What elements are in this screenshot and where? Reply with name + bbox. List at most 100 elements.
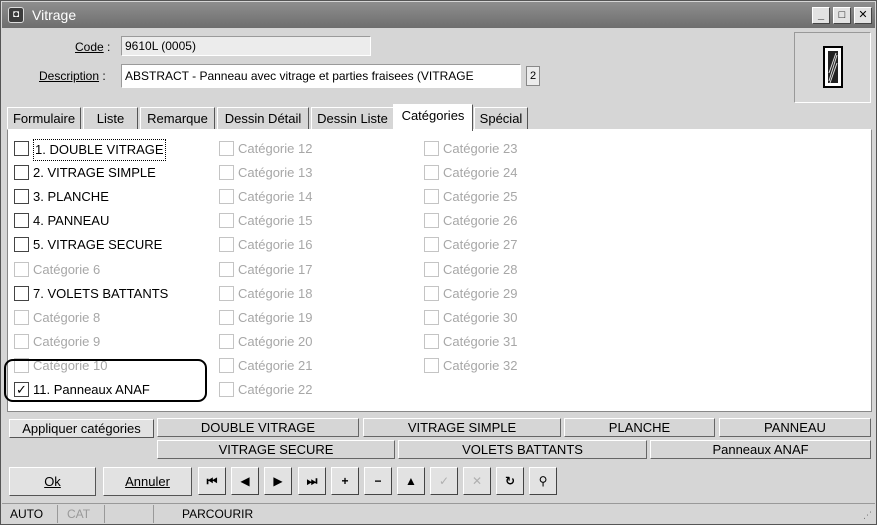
- checkbox-icon: [14, 334, 29, 349]
- checkbox-icon: [424, 189, 439, 204]
- annotation-highlight: [4, 359, 207, 402]
- tab-dessin-liste[interactable]: Dessin Liste: [311, 107, 394, 130]
- category-label: Catégorie 32: [443, 358, 518, 373]
- refresh-button[interactable]: ↻: [496, 467, 524, 495]
- checkbox-icon: [424, 334, 439, 349]
- category-label: Catégorie 24: [443, 165, 518, 180]
- apply-categories-button[interactable]: Appliquer catégories: [9, 419, 154, 438]
- category-label: Catégorie 28: [443, 262, 518, 277]
- tab-formulaire[interactable]: Formulaire: [7, 107, 81, 130]
- checkbox-icon: [424, 213, 439, 228]
- add-record-button[interactable]: +: [331, 467, 359, 495]
- category-button-double-vitrage[interactable]: DOUBLE VITRAGE: [157, 418, 359, 437]
- checkbox-icon: [424, 358, 439, 373]
- status-empty: [106, 505, 154, 523]
- category-label: 1. DOUBLE VITRAGE: [33, 139, 166, 161]
- description-extra-box[interactable]: 2: [526, 66, 540, 86]
- description-field[interactable]: ABSTRACT - Panneau avec vitrage et parti…: [121, 64, 521, 88]
- checkbox-icon: [424, 237, 439, 252]
- checkbox-icon: [424, 262, 439, 277]
- checkbox-icon[interactable]: [14, 237, 29, 252]
- category-label: Catégorie 26: [443, 213, 518, 228]
- category-label: Catégorie 25: [443, 189, 518, 204]
- category-label: Catégorie 23: [443, 141, 518, 156]
- checkbox-icon: [219, 334, 234, 349]
- last-record-button[interactable]: ⏭: [298, 467, 326, 495]
- checkbox-icon: [424, 165, 439, 180]
- checkbox-icon: [219, 213, 234, 228]
- category-button-volets-battants[interactable]: VOLETS BATTANTS: [398, 440, 647, 459]
- app-icon: ◘: [8, 7, 24, 23]
- maximize-button[interactable]: □: [833, 7, 851, 24]
- status-cat: CAT: [59, 505, 105, 523]
- search-button[interactable]: ⚲: [529, 467, 557, 495]
- checkbox-icon[interactable]: [14, 213, 29, 228]
- category-label: Catégorie 6: [33, 262, 101, 277]
- refresh-icon: ↻: [504, 474, 516, 488]
- checkbox-icon[interactable]: [14, 141, 29, 156]
- status-state: PARCOURIR: [182, 507, 254, 521]
- category-label: Catégorie 30: [443, 310, 518, 325]
- checkbox-icon: [219, 262, 234, 277]
- binoculars-icon: ⚲: [538, 474, 548, 488]
- checkbox-icon: [219, 310, 234, 325]
- category-label: Catégorie 31: [443, 334, 518, 349]
- checkbox-icon[interactable]: [14, 286, 29, 301]
- status-bar: AUTO CAT PARCOURIR ⋰: [2, 503, 875, 523]
- checkbox-icon: [424, 286, 439, 301]
- checkbox-icon[interactable]: [14, 189, 29, 204]
- checkbox-icon: [219, 141, 234, 156]
- cancel-button[interactable]: Annuler: [103, 467, 192, 496]
- tab-categories[interactable]: Catégories: [393, 104, 473, 131]
- minus-icon: −: [374, 474, 382, 488]
- first-record-button[interactable]: ⏮: [198, 467, 226, 495]
- category-button-panneaux-anaf[interactable]: Panneaux ANAF: [650, 440, 871, 459]
- tab-remarque[interactable]: Remarque: [140, 107, 215, 130]
- category-label: Catégorie 20: [238, 334, 313, 349]
- category-button-panneau[interactable]: PANNEAU: [719, 418, 871, 437]
- panel-drawing-icon: [823, 46, 843, 88]
- category-label: Catégorie 19: [238, 310, 313, 325]
- close-button[interactable]: ✕: [854, 7, 872, 24]
- ok-button[interactable]: Ok: [9, 467, 96, 496]
- category-label: Catégorie 14: [238, 189, 313, 204]
- checkbox-icon[interactable]: [14, 165, 29, 180]
- cancel-edit-button[interactable]: ✕: [463, 467, 491, 495]
- minimize-button[interactable]: _: [812, 7, 830, 24]
- up-button[interactable]: ▲: [397, 467, 425, 495]
- category-button-planche[interactable]: PLANCHE: [564, 418, 715, 437]
- x-icon: ✕: [471, 474, 483, 488]
- previous-record-button[interactable]: ◀: [231, 467, 259, 495]
- next-record-button[interactable]: ▶: [264, 467, 292, 495]
- checkbox-icon: [219, 382, 234, 397]
- category-label: 3. PLANCHE: [33, 189, 109, 204]
- category-button-vitrage-secure[interactable]: VITRAGE SECURE: [157, 440, 395, 459]
- title-bar[interactable]: ◘ Vitrage _ □ ✕: [2, 2, 875, 28]
- delete-record-button[interactable]: −: [364, 467, 392, 495]
- category-button-vitrage-simple[interactable]: VITRAGE SIMPLE: [363, 418, 561, 437]
- category-label: Catégorie 15: [238, 213, 313, 228]
- item-preview: [794, 32, 871, 103]
- code-field[interactable]: 9610L (0005): [121, 36, 371, 56]
- category-label: Catégorie 12: [238, 141, 313, 156]
- description-label: Description :: [39, 69, 106, 83]
- confirm-button[interactable]: ✓: [430, 467, 458, 495]
- first-icon: ⏮: [206, 474, 218, 488]
- window-title: Vitrage: [32, 7, 77, 23]
- checkbox-icon: [219, 237, 234, 252]
- tab-liste[interactable]: Liste: [83, 107, 138, 130]
- category-label: Catégorie 18: [238, 286, 313, 301]
- tab-dessin-detail[interactable]: Dessin Détail: [217, 107, 309, 130]
- resize-grip-icon[interactable]: ⋰: [863, 510, 872, 521]
- checkbox-icon: [14, 310, 29, 325]
- checkbox-icon: [219, 358, 234, 373]
- tab-special[interactable]: Spécial: [474, 107, 528, 130]
- next-icon: ▶: [273, 474, 283, 488]
- previous-icon: ◀: [240, 474, 250, 488]
- checkbox-icon: [424, 310, 439, 325]
- category-label: Catégorie 9: [33, 334, 101, 349]
- category-label: Catégorie 21: [238, 358, 313, 373]
- category-label: Catégorie 8: [33, 310, 101, 325]
- category-label: Catégorie 22: [238, 382, 313, 397]
- category-label: Catégorie 27: [443, 237, 518, 252]
